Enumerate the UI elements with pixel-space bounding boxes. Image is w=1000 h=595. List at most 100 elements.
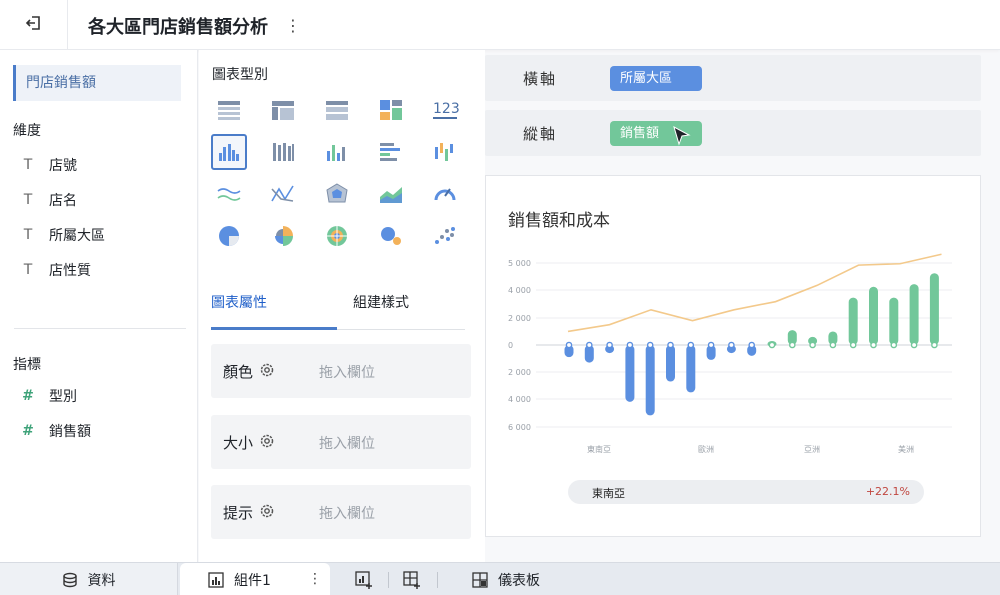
radar-line-icon[interactable] [265, 176, 301, 212]
y-tick-label: 4 000 [508, 286, 531, 295]
bar-marker [687, 341, 695, 349]
field-label: 所屬大區 [49, 228, 105, 244]
line-chart-icon[interactable] [211, 176, 247, 212]
rose-chart-icon[interactable] [265, 218, 301, 254]
field-label: 店性質 [49, 263, 91, 279]
x-axis-row[interactable]: 橫軸 所屬大區 [485, 55, 981, 101]
tab-component-styles[interactable]: 組建樣式 [353, 292, 409, 312]
dimensions-title: 維度 [13, 123, 41, 139]
field-label: 銷售額 [49, 424, 91, 440]
tooltip-summary-bar[interactable]: 東南亞 +22.1% [568, 480, 924, 504]
chart-preview-card: 銷售額和成本 5 000 4 000 2 000 0 2 000 4 000 6 000 東南… [485, 175, 981, 537]
gear-icon[interactable] [259, 433, 275, 453]
size-property-row[interactable]: 大小 拖入欄位 [211, 415, 471, 469]
bar-chart-icon[interactable] [373, 134, 409, 170]
tooltip-category: 東南亞 [592, 487, 625, 500]
stacked-column-icon[interactable] [265, 134, 301, 170]
chart-config-panel: 圖表型別 123 圖表屬性 組建樣式 顏色 拖入欄位 大小 拖入欄位 提示 拖入… [199, 50, 485, 562]
number-type-icon: # [22, 423, 34, 439]
number-123-icon[interactable]: 123 [427, 92, 463, 128]
bar-marker [829, 341, 837, 349]
drop-field-placeholder[interactable]: 拖入欄位 [319, 362, 375, 382]
bar [625, 345, 635, 402]
cross-table-icon[interactable] [265, 92, 301, 128]
bar-marker [849, 341, 857, 349]
property-name: 提示 [223, 504, 254, 522]
bar-marker [809, 341, 816, 349]
text-type-icon: T [23, 262, 33, 278]
gear-icon[interactable] [259, 362, 275, 382]
bar-marker [728, 341, 735, 349]
divider [437, 572, 438, 588]
page-title: 各大區門店銷售額分析 [88, 17, 268, 38]
measure-field[interactable]: # 銷售額 [18, 420, 91, 442]
x-category-label: 美洲 [898, 444, 914, 454]
y-axis-row[interactable]: 縱軸 銷售額 [485, 110, 981, 156]
bar-marker [788, 341, 796, 349]
drop-field-placeholder[interactable]: 拖入欄位 [319, 433, 375, 453]
tooltip-value: +22.1% [865, 485, 910, 498]
more-options-icon[interactable]: ⋮ [284, 14, 302, 36]
pie-chart-icon[interactable] [211, 218, 247, 254]
bar-marker [890, 341, 898, 349]
x-category-label: 東南亞 [587, 444, 611, 454]
drop-field-placeholder[interactable]: 拖入欄位 [319, 503, 375, 523]
header: 各大區門店銷售額分析 ⋮ [0, 0, 1000, 50]
number-type-icon: # [22, 388, 34, 404]
field-label: 店號 [49, 158, 77, 174]
bar-marker [646, 341, 654, 349]
gear-icon[interactable] [259, 503, 275, 523]
tab-data[interactable]: 資料 [0, 563, 178, 595]
bar-marker [910, 341, 918, 349]
bar [909, 284, 919, 345]
x-category-label: 歐洲 [698, 444, 714, 454]
kpi-blocks-icon[interactable] [373, 92, 409, 128]
y-tick-label: 4 000 [508, 395, 531, 404]
grouped-column-icon[interactable] [211, 134, 247, 170]
x-axis-field-pill[interactable]: 所屬大區 [610, 66, 702, 91]
bar-marker [768, 341, 776, 349]
color-property-row[interactable]: 顏色 拖入欄位 [211, 344, 471, 398]
dimension-field[interactable]: T 店性質 [18, 259, 91, 281]
add-layout-component-icon[interactable] [403, 571, 421, 593]
area-chart-icon[interactable] [373, 176, 409, 212]
range-column-icon[interactable] [427, 134, 463, 170]
bar-marker [870, 341, 877, 349]
exit-button[interactable] [0, 0, 68, 50]
scatter-chart-icon[interactable] [427, 218, 463, 254]
y-tick-label: 0 [508, 341, 513, 350]
dimension-field[interactable]: T 所屬大區 [18, 224, 105, 246]
sunburst-icon[interactable] [319, 218, 355, 254]
column-chart-icon[interactable] [319, 134, 355, 170]
bar-marker [565, 341, 573, 349]
gauge-icon[interactable] [427, 176, 463, 212]
bar [929, 273, 939, 345]
table-chart-icon[interactable] [211, 92, 247, 128]
tab-more-icon[interactable]: ⋮ [308, 571, 322, 587]
tab-chart-properties[interactable]: 圖表屬性 [211, 292, 267, 312]
add-chart-component-icon[interactable] [355, 571, 373, 593]
field-label: 店名 [49, 193, 77, 209]
bottom-tab-bar: 資料 組件1 ⋮ 儀表板 [0, 562, 1000, 595]
bar [889, 297, 899, 345]
database-icon [62, 572, 78, 588]
bar-marker [748, 341, 756, 349]
bubble-chart-icon[interactable] [373, 218, 409, 254]
y-tick-label: 6 000 [508, 423, 531, 432]
dimension-field[interactable]: T 店號 [18, 154, 77, 176]
dimension-field[interactable]: T 店名 [18, 189, 77, 211]
tooltip-property-row[interactable]: 提示 拖入欄位 [211, 485, 471, 539]
radar-chart-icon[interactable] [319, 176, 355, 212]
bar-marker [606, 341, 613, 349]
tab-component[interactable]: 組件1 ⋮ [180, 563, 330, 595]
measure-field[interactable]: # 型別 [18, 385, 77, 407]
divider [388, 572, 389, 588]
text-type-icon: T [23, 192, 33, 208]
chart-type-title: 圖表型別 [212, 67, 268, 83]
tab-dashboard[interactable]: 儀表板 [472, 563, 540, 595]
y-tick-label: 5 000 [508, 259, 531, 268]
tab-label: 資料 [87, 572, 116, 589]
detail-table-icon[interactable] [319, 92, 355, 128]
bar-marker [931, 341, 938, 349]
dataset-name[interactable]: 門店銷售額 [13, 65, 181, 101]
